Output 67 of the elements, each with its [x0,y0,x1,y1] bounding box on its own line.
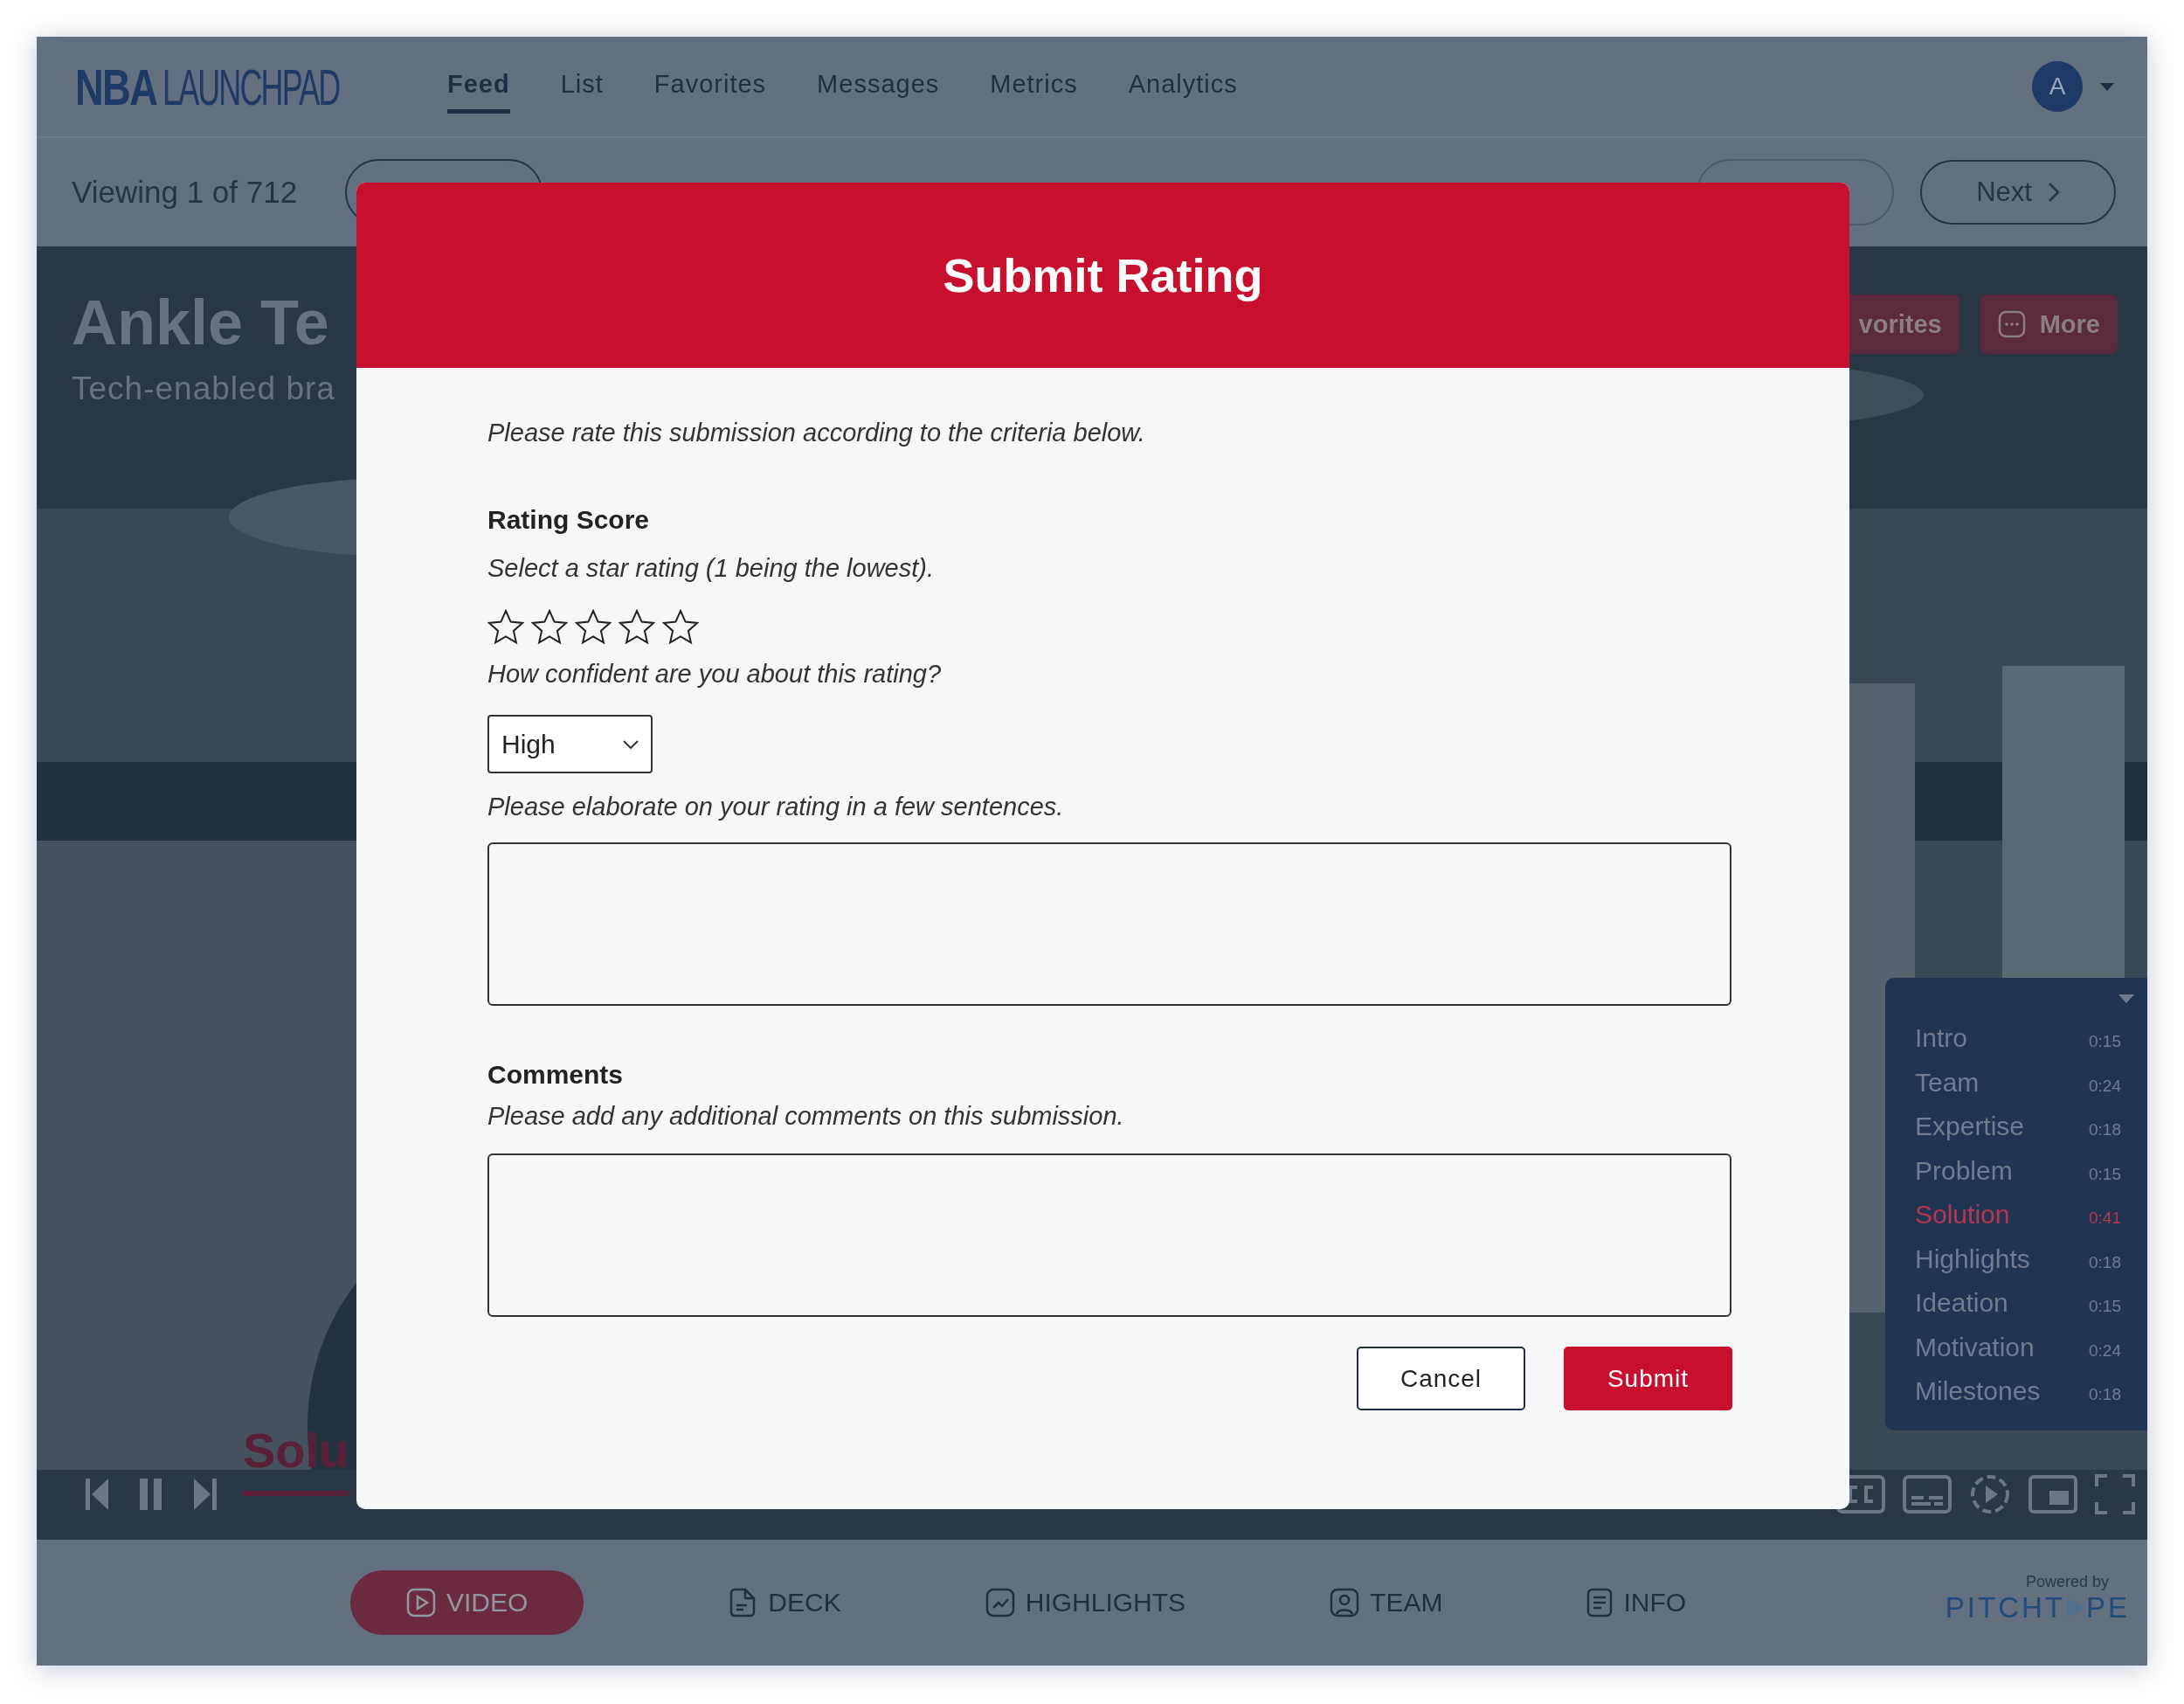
avatar[interactable]: A [2032,61,2083,112]
skip-back-icon[interactable] [86,1479,108,1510]
section-heading: Rating Score [487,505,650,535]
section-tab[interactable]: VIDEO [350,1570,584,1635]
elaborate-prompt: Please elaborate on your rating in a few sentences. [487,793,1064,821]
result-count: Viewing 1 of 712 [72,175,298,210]
dialog-title: Submit Rating [943,248,1263,302]
nav-link[interactable]: Favorites [653,59,767,114]
logo-brand: NBA [75,57,157,116]
star-icon[interactable] [531,609,568,644]
nav-link[interactable]: Metrics [990,59,1078,114]
pause-icon[interactable] [140,1479,162,1510]
star-icon[interactable] [575,609,612,644]
chapter-item[interactable]: Motivation 0:24 [1915,1332,2121,1376]
instructions: Please rate this submission according to the criteria below. [487,419,1145,447]
nav-link[interactable]: Messages [817,59,940,114]
chapter-item[interactable]: Solution 0:41 [1915,1200,2121,1244]
nav-link[interactable]: Analytics [1128,59,1238,114]
section-tab[interactable]: TEAM [1330,1570,1443,1635]
section-tab[interactable]: INFO [1586,1570,1687,1635]
next-button[interactable]: Next [1920,160,2116,225]
star-icon[interactable] [619,609,655,644]
brand-name: PITCHT [1945,1591,2065,1624]
section-tab[interactable]: DECK [728,1570,841,1635]
chart-icon [985,1588,1015,1617]
star-icon[interactable] [662,609,699,644]
skip-forward-icon[interactable] [194,1479,217,1510]
section-tab[interactable]: HIGHLIGHTS [985,1570,1186,1635]
chapter-item[interactable]: Milestones 0:18 [1915,1376,2121,1421]
comments-field[interactable] [487,1153,1731,1317]
confidence-question: How confident are you about this rating? [487,660,942,689]
comments-hint: Please add any additional comments on this submission. [487,1102,1124,1131]
caret-icon[interactable] [2118,994,2135,1004]
replay-icon[interactable] [1969,1473,2011,1515]
logo-product: LAUNCHPAD [162,57,340,116]
play-icon [406,1588,436,1617]
notes-icon [1586,1588,1614,1617]
more-button[interactable]: More [1980,294,2118,354]
chapter-item[interactable]: Expertise 0:18 [1915,1112,2121,1156]
logo[interactable]: NBALAUNCHPAD [70,57,447,116]
caret-icon[interactable] [2098,81,2116,92]
rating-hint: Select a star rating (1 being the lowest). [487,554,934,583]
star-rating[interactable] [487,609,699,644]
chapter-item[interactable]: Problem 0:15 [1915,1155,2121,1200]
submit-button[interactable]: Submit [1564,1347,1732,1410]
pitch-subtitle: Tech-enabled bra [72,371,335,407]
star-icon[interactable] [487,609,524,644]
more-icon [1997,310,2026,338]
section-heading: Comments [487,1060,624,1090]
nav-link[interactable]: List [560,59,604,114]
chapter-item[interactable]: Highlights 0:18 [1915,1243,2121,1288]
cancel-button[interactable]: Cancel [1357,1347,1525,1410]
chapter-item[interactable]: Ideation 0:15 [1915,1288,2121,1333]
confidence-select[interactable]: High [487,715,653,773]
subtitles-icon[interactable] [1903,1475,1952,1514]
fullscreen-icon[interactable] [2095,1474,2135,1514]
nav-link[interactable]: Feed [447,59,510,114]
person-icon [1330,1588,1360,1617]
chevron-down-icon [623,739,639,749]
chapter-item[interactable]: Intro 0:15 [1915,1023,2121,1068]
elaboration-field[interactable] [487,842,1731,1006]
picture-in-picture-icon[interactable] [2028,1475,2077,1514]
brand-name: PE [2085,1591,2130,1624]
chevron-right-icon [2047,182,2060,203]
powered-by-label: Powered by [2025,1573,2109,1591]
chapter-item[interactable]: Team 0:24 [1915,1067,2121,1112]
pitch-title: Ankle Te [72,287,329,358]
